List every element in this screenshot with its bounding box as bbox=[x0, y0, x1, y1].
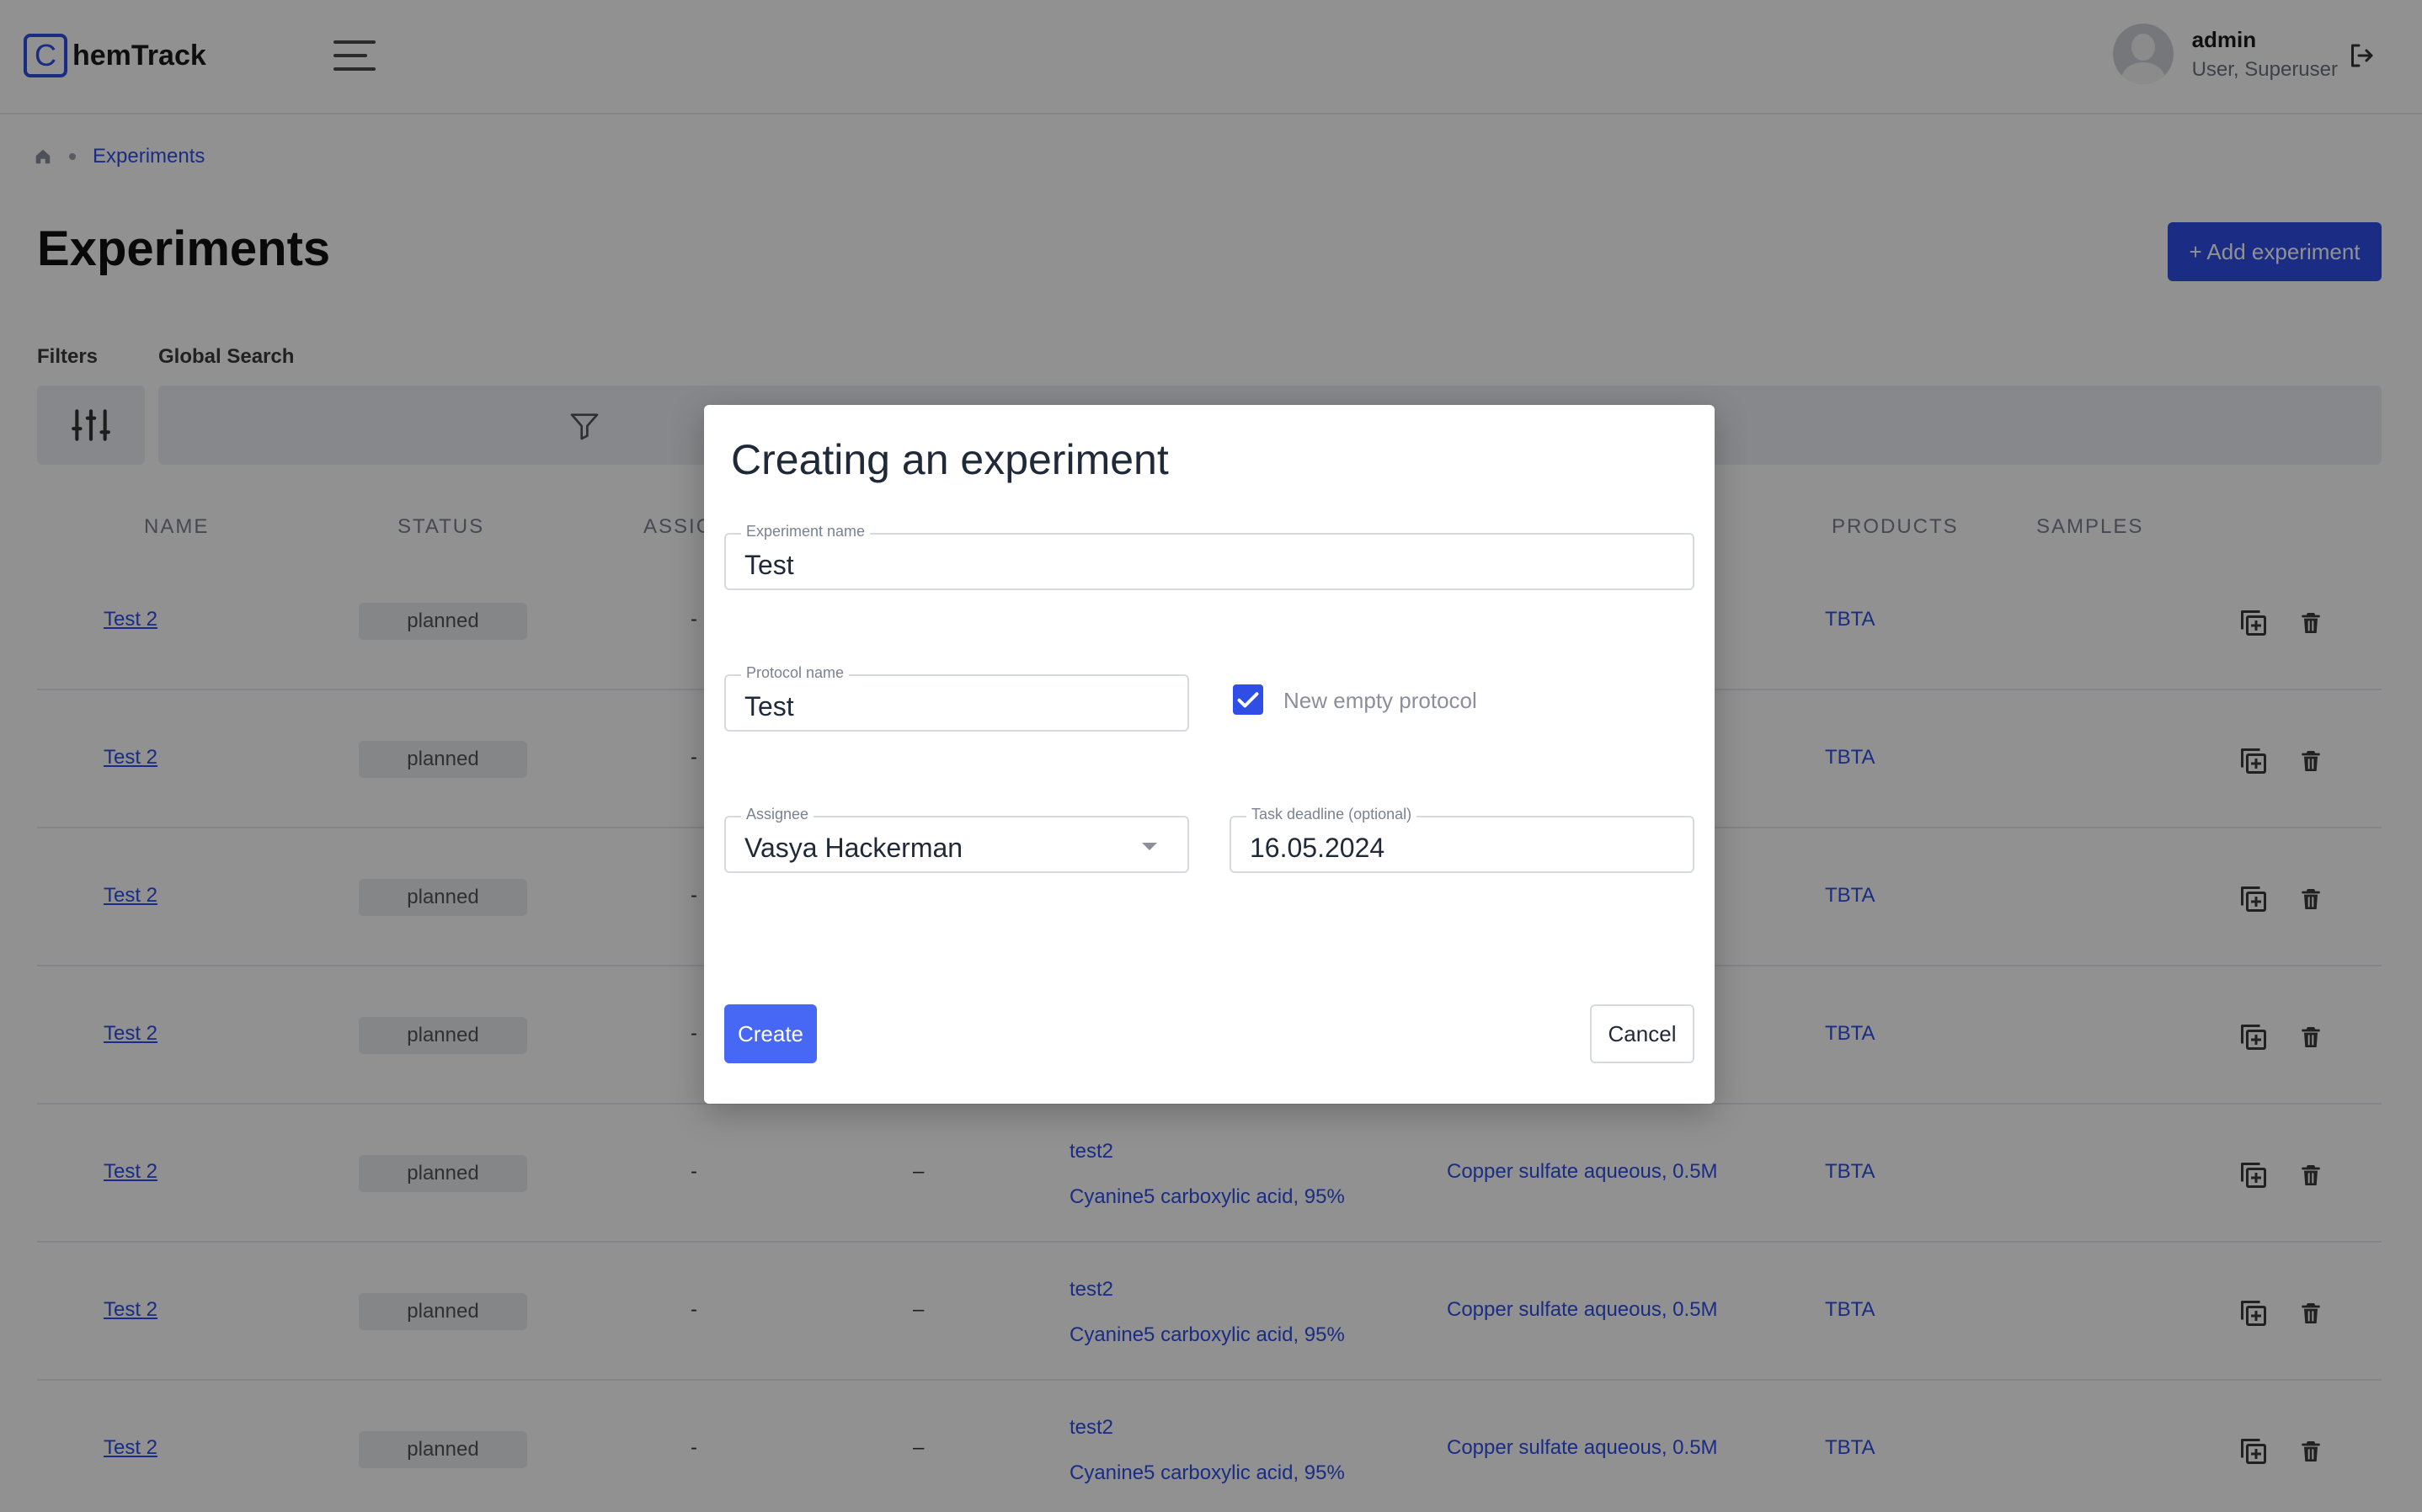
checkmark-icon bbox=[1237, 692, 1259, 708]
task-deadline-label: Task deadline (optional) bbox=[1246, 806, 1417, 823]
protocol-name-label: Protocol name bbox=[741, 664, 850, 682]
assignee-label: Assignee bbox=[741, 806, 814, 823]
assignee-select[interactable]: Assignee Vasya Hackerman bbox=[724, 806, 1189, 873]
create-button[interactable]: Create bbox=[724, 1004, 817, 1063]
cancel-button[interactable]: Cancel bbox=[1590, 1004, 1694, 1063]
experiment-name-field[interactable]: Experiment name Test bbox=[724, 523, 1694, 590]
create-experiment-dialog: Creating an experiment Experiment name T… bbox=[704, 405, 1715, 1104]
task-deadline-value: 16.05.2024 bbox=[1250, 833, 1385, 863]
new-empty-protocol-checkbox[interactable] bbox=[1233, 684, 1263, 715]
experiment-name-value: Test bbox=[744, 550, 794, 580]
dialog-title: Creating an experiment bbox=[731, 436, 1169, 483]
new-empty-protocol-label[interactable]: New empty protocol bbox=[1283, 688, 1477, 714]
task-deadline-field[interactable]: Task deadline (optional) 16.05.2024 bbox=[1230, 806, 1694, 873]
protocol-name-value: Test bbox=[744, 691, 794, 721]
chevron-down-icon bbox=[1142, 843, 1157, 850]
experiment-name-label: Experiment name bbox=[741, 523, 871, 540]
assignee-value: Vasya Hackerman bbox=[744, 833, 963, 863]
protocol-name-field[interactable]: Protocol name Test bbox=[724, 664, 1189, 732]
